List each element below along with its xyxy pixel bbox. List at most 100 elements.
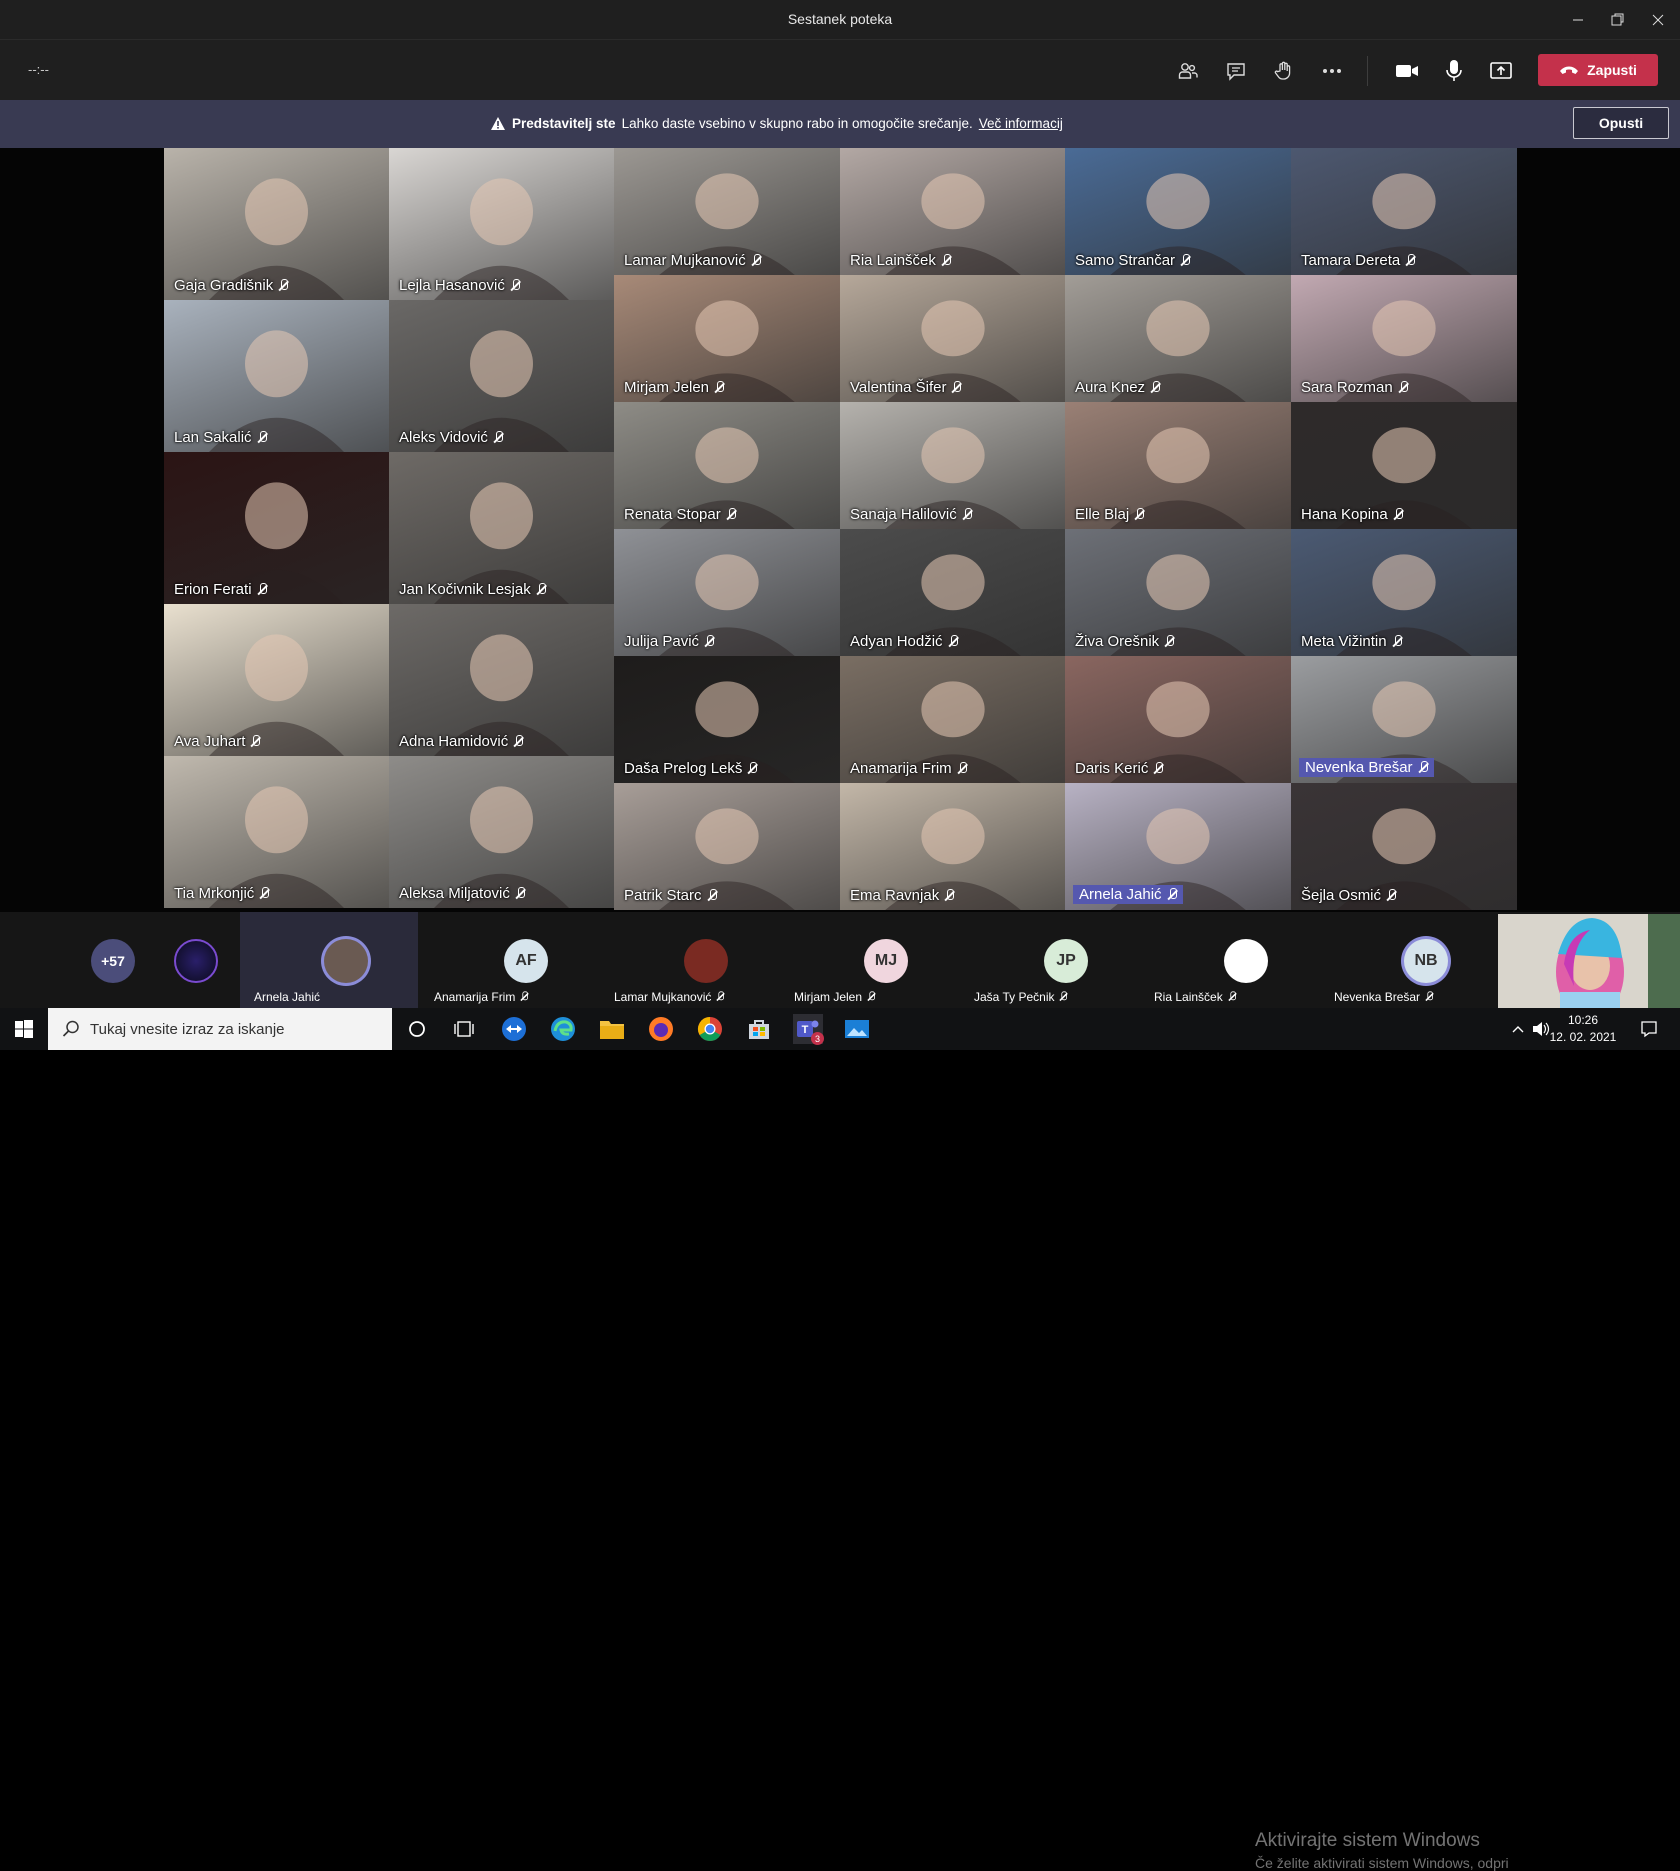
- participant-video-tile[interactable]: Elle Blaj: [1065, 402, 1291, 529]
- maximize-button[interactable]: [1603, 8, 1633, 32]
- minimize-button[interactable]: [1563, 8, 1593, 32]
- cortana-button[interactable]: [402, 1014, 432, 1044]
- participant-name-label: Anamarija Frim: [850, 760, 967, 777]
- raise-hand-button[interactable]: [1267, 54, 1301, 88]
- edge-taskbar-button[interactable]: [548, 1014, 578, 1044]
- muted-microphone-icon: [510, 278, 520, 293]
- start-button[interactable]: [9, 1014, 39, 1044]
- participant-video-tile[interactable]: Aleks Vidović: [389, 300, 614, 452]
- strip-participant-name: Mirjam Jelen: [794, 990, 863, 1004]
- participant-video-tile[interactable]: Daris Kerić: [1065, 656, 1291, 783]
- banner-bold-text: Predstavitelj ste: [512, 116, 616, 131]
- participant-video-tile[interactable]: Nevenka Brešar: [1291, 656, 1517, 783]
- participant-video-tile[interactable]: Daša Prelog Lekš: [614, 656, 840, 783]
- strip-participant-label: Anamarija Frim: [434, 990, 529, 1004]
- strip-participant-name: Jaša Ty Pečnik: [974, 990, 1055, 1004]
- participant-video-tile[interactable]: Anamarija Frim: [840, 656, 1066, 783]
- participant-video-tile[interactable]: Aleksa Miljatović: [389, 756, 614, 908]
- store-taskbar-button[interactable]: [744, 1014, 774, 1044]
- strip-participant[interactable]: Arnela Jahić: [240, 912, 418, 1008]
- participant-video-tile[interactable]: Lejla Hasanović: [389, 148, 614, 300]
- taskbar-search-box[interactable]: Tukaj vnesite izraz za iskanje: [48, 1008, 392, 1050]
- participant-video-tile[interactable]: Renata Stopar: [614, 402, 840, 529]
- participant-avatar: [684, 939, 728, 983]
- action-center-button[interactable]: [1634, 1008, 1664, 1050]
- participant-video-tile[interactable]: Sara Rozman: [1291, 275, 1517, 402]
- participant-video-tile[interactable]: Ria Lainšček: [840, 148, 1066, 275]
- folder-icon: [600, 1021, 624, 1039]
- avatar-initials: AF: [515, 952, 537, 969]
- participant-video-tile[interactable]: Mirjam Jelen: [614, 275, 840, 402]
- participant-strip: +57 Arnela Jahić AF Anamarija Frim Lamar Mu…: [0, 912, 1680, 1871]
- muted-microphone-icon: [747, 761, 758, 776]
- participants-button[interactable]: [1171, 54, 1205, 88]
- participant-video-tile[interactable]: Živa Orešnik: [1065, 529, 1291, 656]
- participant-video-tile[interactable]: Tamara Dereta: [1291, 148, 1517, 275]
- participant-name: Daša Prelog Lekš: [624, 760, 743, 777]
- mystery-avatar[interactable]: [174, 939, 218, 983]
- participant-video-tile[interactable]: Erion Ferati: [164, 452, 389, 604]
- participant-name-label: Daša Prelog Lekš: [624, 760, 758, 777]
- participant-video-tile[interactable]: Gaja Gradišnik: [164, 148, 389, 300]
- camera-button[interactable]: [1390, 54, 1424, 88]
- window-title: Sestanek poteka: [787, 11, 893, 27]
- participant-video-tile[interactable]: Adna Hamidović: [389, 604, 614, 756]
- strip-participant[interactable]: Ria Lainšček: [1140, 912, 1318, 1008]
- participant-video-tile[interactable]: Aura Knez: [1065, 275, 1291, 402]
- participant-video-tile[interactable]: Sanaja Halilović: [840, 402, 1066, 529]
- participant-video-tile[interactable]: Lamar Mujkanović: [614, 148, 840, 275]
- participant-name: Patrik Starc: [624, 887, 702, 904]
- participant-video-tile[interactable]: Meta Vižintin: [1291, 529, 1517, 656]
- participant-name: Gaja Gradišnik: [174, 277, 274, 294]
- firefox-taskbar-button[interactable]: [646, 1014, 676, 1044]
- participant-video-tile[interactable]: Arnela Jahić: [1065, 783, 1291, 910]
- strip-participant[interactable]: MJ Mirjam Jelen: [780, 912, 958, 1008]
- muted-microphone-icon: [944, 888, 955, 903]
- participant-avatar: [324, 939, 368, 983]
- participant-video-tile[interactable]: Ema Ravnjak: [840, 783, 1066, 910]
- chat-button[interactable]: [1219, 54, 1253, 88]
- participant-video-tile[interactable]: Adyan Hodžić: [840, 529, 1066, 656]
- dismiss-button[interactable]: Opusti: [1573, 107, 1669, 139]
- file-explorer-taskbar-button[interactable]: [597, 1014, 627, 1044]
- task-view-button[interactable]: [449, 1014, 479, 1044]
- participant-name: Lan Sakalić: [174, 429, 252, 446]
- participant-video-tile[interactable]: Lan Sakalić: [164, 300, 389, 452]
- teamviewer-taskbar-button[interactable]: [499, 1014, 529, 1044]
- close-button[interactable]: [1643, 8, 1673, 32]
- strip-participant-label: Arnela Jahić: [254, 990, 320, 1004]
- chrome-taskbar-button[interactable]: [695, 1014, 725, 1044]
- participant-video-tile[interactable]: Hana Kopina: [1291, 402, 1517, 529]
- strip-participant[interactable]: JP Jaša Ty Pečnik: [960, 912, 1138, 1008]
- participant-video-tile[interactable]: Julija Pavić: [614, 529, 840, 656]
- participant-video-tile[interactable]: Šejla Osmić: [1291, 783, 1517, 910]
- overflow-participants-button[interactable]: +57: [91, 939, 135, 983]
- participant-name-label: Lan Sakalić: [174, 429, 267, 446]
- avatar-initials: MJ: [874, 952, 898, 969]
- participant-video-tile[interactable]: Valentina Šifer: [840, 275, 1066, 402]
- self-view-video[interactable]: [1498, 914, 1680, 1010]
- strip-participant[interactable]: Lamar Mujkanović: [600, 912, 778, 1008]
- participant-name-label: Sanaja Halilović: [850, 506, 972, 523]
- strip-participant[interactable]: NB Nevenka Brešar: [1320, 912, 1498, 1008]
- strip-participant[interactable]: AF Anamarija Frim: [420, 912, 598, 1008]
- show-hidden-icons-button[interactable]: [1508, 1008, 1528, 1050]
- leave-button[interactable]: Zapusti: [1538, 54, 1658, 86]
- participant-name: Ria Lainšček: [850, 252, 936, 269]
- participant-avatar: NB: [1404, 939, 1448, 983]
- more-info-link[interactable]: Več informacij: [979, 116, 1063, 131]
- participant-name: Daris Kerić: [1075, 760, 1149, 777]
- share-screen-button[interactable]: [1484, 54, 1518, 88]
- participant-name-label: Aleks Vidović: [399, 429, 503, 446]
- participant-video-tile[interactable]: Jan Kočivnik Lesjak: [389, 452, 614, 604]
- photos-taskbar-button[interactable]: [842, 1014, 872, 1044]
- participant-video-tile[interactable]: Patrik Starc: [614, 783, 840, 910]
- more-actions-button[interactable]: [1315, 54, 1349, 88]
- microphone-button[interactable]: [1437, 54, 1471, 88]
- participant-video-tile[interactable]: Tia Mrkonjić: [164, 756, 389, 908]
- taskbar-clock[interactable]: 10:26 12. 02. 2021: [1548, 1012, 1618, 1046]
- participant-video-tile[interactable]: Ava Juhart: [164, 604, 389, 756]
- avatar-initials: NB: [1414, 952, 1438, 969]
- participant-video-tile[interactable]: Samo Strančar: [1065, 148, 1291, 275]
- teams-taskbar-button[interactable]: T 3: [793, 1014, 824, 1045]
